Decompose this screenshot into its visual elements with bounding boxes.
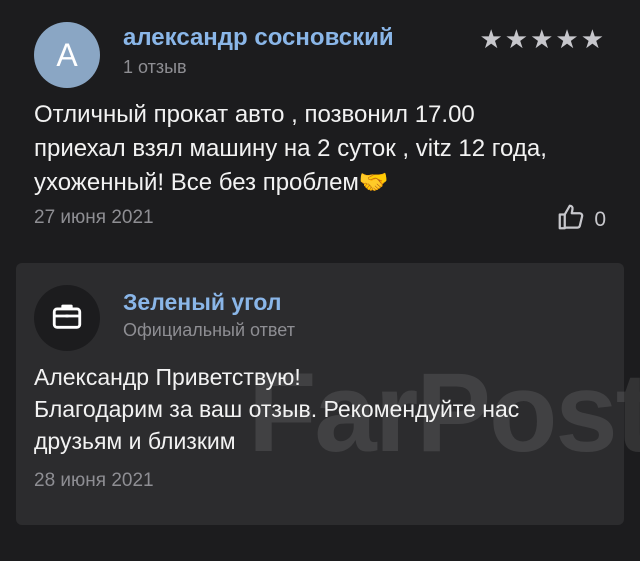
review-text-line: приехал взял машину на 2 суток , vitz 12… bbox=[34, 135, 547, 162]
briefcase-icon bbox=[50, 299, 84, 338]
thumbs-up-icon bbox=[556, 202, 586, 238]
like-count: 0 bbox=[594, 208, 606, 231]
like-button[interactable]: 0 bbox=[556, 202, 606, 238]
review-text: Отличный прокат авто , позвонил 17.00 пр… bbox=[34, 98, 614, 200]
rating-stars: ★★★★★ bbox=[479, 24, 606, 54]
review-text-line: Отличный прокат авто , позвонил 17.00 bbox=[34, 101, 475, 128]
reply-text: Александр Приветствую! Благодарим за ваш… bbox=[34, 361, 614, 457]
author-review-count: 1 отзыв bbox=[123, 57, 187, 77]
review-text-line: ухоженный! Все без проблем🤝 bbox=[34, 169, 389, 196]
reply-text-line: Благодарим за ваш отзыв. Рекомендуйте на… bbox=[34, 396, 520, 422]
avatar[interactable]: А bbox=[34, 22, 100, 88]
official-reply-label: Официальный ответ bbox=[123, 320, 295, 340]
business-name[interactable]: Зеленый угол bbox=[123, 289, 282, 316]
reply-date: 28 июня 2021 bbox=[34, 470, 154, 491]
reply-text-line: друзьям и близким bbox=[34, 428, 236, 454]
reply-text-line: Александр Приветствую! bbox=[34, 364, 301, 390]
business-avatar[interactable] bbox=[34, 285, 100, 351]
avatar-letter: А bbox=[56, 36, 78, 73]
review-card: А александр сосновский 1 отзыв ★★★★★ Отл… bbox=[0, 0, 640, 250]
official-reply-card: Зеленый угол Официальный ответ Александр… bbox=[16, 263, 624, 525]
review-date: 27 июня 2021 bbox=[34, 207, 154, 228]
author-name[interactable]: александр сосновский bbox=[123, 24, 394, 52]
